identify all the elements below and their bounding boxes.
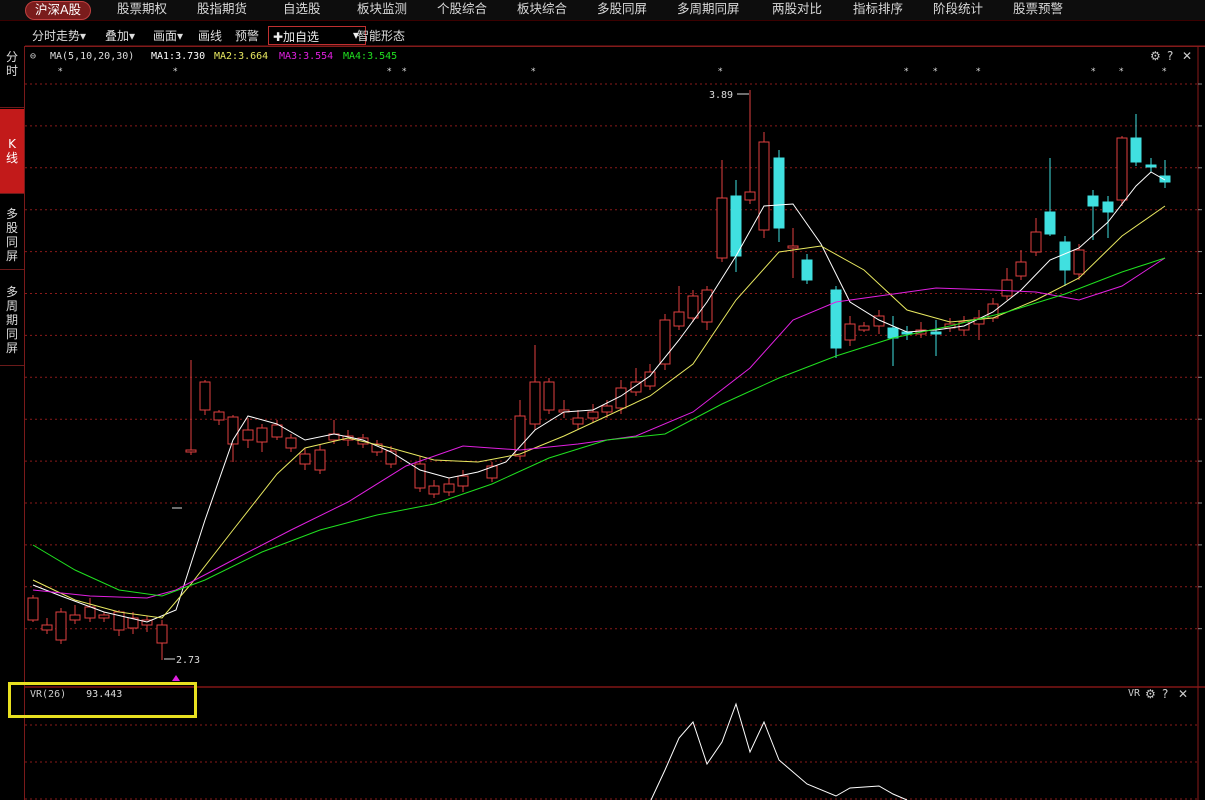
high-label: 3.89 [709, 90, 733, 101]
cursor-marker [172, 675, 180, 681]
event-marker: * [1119, 67, 1124, 77]
event-marker: * [58, 67, 63, 77]
candle-body [242, 429, 254, 441]
candle-body [1102, 201, 1114, 213]
candle-body [185, 449, 197, 453]
candle-body [55, 611, 67, 641]
candle-body [314, 449, 326, 471]
candle-body [271, 424, 283, 438]
ma2-line [32, 205, 1166, 619]
close-icon[interactable]: ✕ [1178, 687, 1188, 701]
candle-body [156, 624, 168, 644]
candle-body [529, 381, 541, 425]
candle-body [1130, 137, 1142, 163]
candle-body [1044, 211, 1056, 235]
candle-body [27, 597, 39, 621]
candle-body [587, 411, 599, 419]
candle-body [744, 191, 756, 201]
candle-body [773, 157, 785, 229]
ma3-value: MA3:3.554 [279, 51, 334, 62]
candle-body [213, 411, 225, 421]
candle-body [1116, 137, 1128, 201]
event-marker: * [1162, 67, 1167, 77]
candle-body [601, 405, 613, 413]
candle-body [1059, 241, 1071, 271]
candle-body [428, 485, 440, 495]
candle-body [858, 325, 870, 331]
candle-body [443, 483, 455, 493]
candle-body [844, 323, 856, 341]
candle-body [730, 195, 742, 257]
candle-body [41, 624, 53, 631]
ma2-value: MA2:3.664 [214, 51, 269, 62]
candle-body [1159, 175, 1171, 183]
candle-body [299, 453, 311, 465]
highlight-box [8, 682, 197, 718]
help-icon[interactable]: ? [1167, 49, 1173, 63]
gear-icon[interactable]: ⚙ [1145, 687, 1156, 701]
ma1-value: MA1:3.730 [151, 51, 206, 62]
candle-body [1073, 249, 1085, 275]
candle-body [673, 311, 685, 327]
candle-body [787, 245, 799, 249]
candle-body [98, 614, 110, 619]
candle-body [457, 475, 469, 487]
candle-body [687, 295, 699, 319]
event-marker: * [387, 67, 392, 77]
vr-corner-label: VR [1128, 688, 1141, 699]
candle-body [84, 606, 96, 619]
event-marker: * [904, 67, 909, 77]
close-icon[interactable]: ✕ [1182, 49, 1192, 63]
candle-body [830, 289, 842, 349]
gear-icon[interactable]: ⚙ [1150, 49, 1161, 63]
vr-line [650, 702, 908, 800]
event-marker: * [933, 67, 938, 77]
low-label: 2.73 [176, 655, 200, 666]
help-icon[interactable]: ? [1162, 687, 1168, 701]
candle-body [1145, 164, 1157, 168]
event-marker: * [976, 67, 981, 77]
candle-body [572, 417, 584, 425]
candle-body [1001, 279, 1013, 297]
candle-body [69, 614, 81, 621]
candle-body [543, 381, 555, 411]
candle-body [930, 331, 942, 335]
ma4-value: MA4:3.545 [343, 51, 398, 62]
kline-chart[interactable]: * * * * * * * * * * * * 3.89 2.73 [0, 0, 1205, 800]
candle-body [285, 437, 297, 449]
candle-body [1030, 231, 1042, 253]
ma-legend-label: MA(5,10,20,30) [50, 51, 135, 62]
event-marker: * [173, 67, 178, 77]
candle-body [801, 259, 813, 281]
event-marker: * [402, 67, 407, 77]
legend-collapse-icon[interactable]: ⊖ [30, 51, 36, 62]
candle-body [199, 381, 211, 411]
candle-body [758, 141, 770, 231]
event-marker: * [1091, 67, 1096, 77]
candle-body [887, 327, 899, 339]
candle-body [1087, 195, 1099, 207]
candle-body [1015, 261, 1027, 277]
event-marker: * [531, 67, 536, 77]
event-marker: * [718, 67, 723, 77]
candle-body [385, 450, 397, 465]
candle-body [716, 197, 728, 259]
candle-body [256, 427, 268, 443]
